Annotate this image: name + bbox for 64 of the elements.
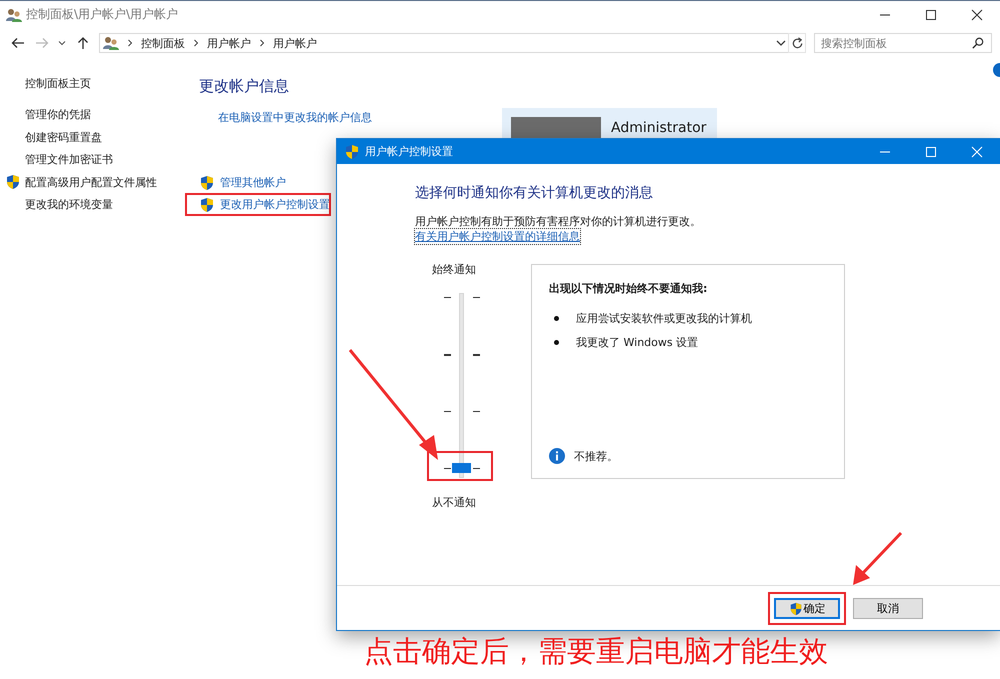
account-name: Administrator: [611, 120, 706, 136]
refresh-icon: [790, 36, 804, 50]
sidebar-link[interactable]: 管理你的凭据: [25, 107, 91, 122]
annotation-caption: 点击确定后，需要重启电脑才能生效: [364, 633, 828, 670]
shield-icon: [5, 174, 21, 190]
maximize-icon: [925, 146, 937, 158]
description-text: 用户帐户控制有助于预防有害程序对你的计算机进行更改。: [415, 214, 702, 229]
tick-mark: [444, 468, 451, 469]
sidebar-link[interactable]: 创建密码重置盘: [25, 130, 102, 145]
breadcrumb-item[interactable]: 用户帐户: [273, 36, 318, 50]
tick-mark: [473, 297, 480, 298]
notification-slider[interactable]: [425, 291, 495, 481]
chevron-icon: [259, 39, 266, 47]
sidebar-link[interactable]: 管理文件加密证书: [25, 152, 113, 168]
up-icon: [77, 36, 90, 50]
address-bar[interactable]: 控制面板 用户帐户 用户帐户: [99, 33, 790, 53]
maximize-icon: [925, 8, 937, 20]
slider-label: 从不通知: [432, 495, 476, 510]
ok-button[interactable]: 确定: [774, 598, 840, 618]
shield-icon: [199, 196, 215, 212]
dialog-title: 用户帐户控制设置: [365, 144, 453, 159]
tick-mark: [444, 354, 451, 356]
chevron-icon: [127, 39, 134, 47]
info-icon: [549, 448, 565, 464]
breadcrumb-item[interactable]: 控制面板: [141, 36, 186, 50]
tick-mark: [444, 297, 451, 298]
sidebar-link[interactable]: 控制面板主页: [25, 76, 91, 91]
sidebar-link[interactable]: 更改我的环境变量: [25, 197, 113, 212]
back-icon: [10, 37, 25, 49]
close-icon: [971, 8, 983, 20]
chevron-icon: [193, 39, 200, 47]
tick-mark: [473, 354, 480, 356]
details-link[interactable]: 有关用户帐户控制设置的详细信息: [415, 229, 580, 244]
breadcrumb-item[interactable]: 用户帐户: [207, 36, 252, 50]
bullet-text: 我更改了 Windows 设置: [576, 334, 698, 350]
shield-icon: [199, 174, 215, 190]
task-link[interactable]: 更改用户帐户控制设置: [220, 197, 330, 212]
search-field[interactable]: 搜索控制面板: [814, 33, 992, 53]
users-icon: [6, 6, 22, 22]
refresh-button[interactable]: [788, 33, 806, 53]
sidebar-link[interactable]: 配置高级用户配置文件属性: [25, 174, 157, 190]
slider-thumb[interactable]: [452, 463, 471, 473]
users-icon: [103, 35, 120, 51]
tick-mark: [473, 411, 480, 412]
search-icon: [972, 37, 984, 49]
account-info-link[interactable]: 在电脑设置中更改我的帐户信息: [218, 110, 502, 125]
shield-icon: [344, 144, 360, 160]
slider-label: 始终通知: [432, 262, 476, 277]
forward-icon: [34, 37, 49, 49]
dialog-heading: 选择何时通知你有关计算机更改的消息: [415, 184, 654, 202]
cancel-button[interactable]: 取消: [853, 598, 923, 618]
info-heading: 出现以下情况时始终不要通知我:: [549, 281, 708, 296]
shield-icon: [788, 601, 802, 615]
tick-mark: [473, 468, 480, 469]
bullet-icon: [554, 316, 559, 320]
close-icon: [971, 146, 983, 158]
section-heading: 更改帐户信息: [199, 77, 290, 96]
window-title: 控制面板\用户帐户\用户帐户: [26, 6, 178, 23]
bullet-text: 应用尝试安装软件或更改我的计算机: [576, 310, 752, 326]
task-link[interactable]: 管理其他帐户: [220, 175, 286, 190]
arrow: [853, 532, 902, 585]
tick-mark: [444, 411, 451, 412]
bullet-icon: [554, 340, 559, 344]
note-text: 不推荐。: [574, 448, 618, 464]
